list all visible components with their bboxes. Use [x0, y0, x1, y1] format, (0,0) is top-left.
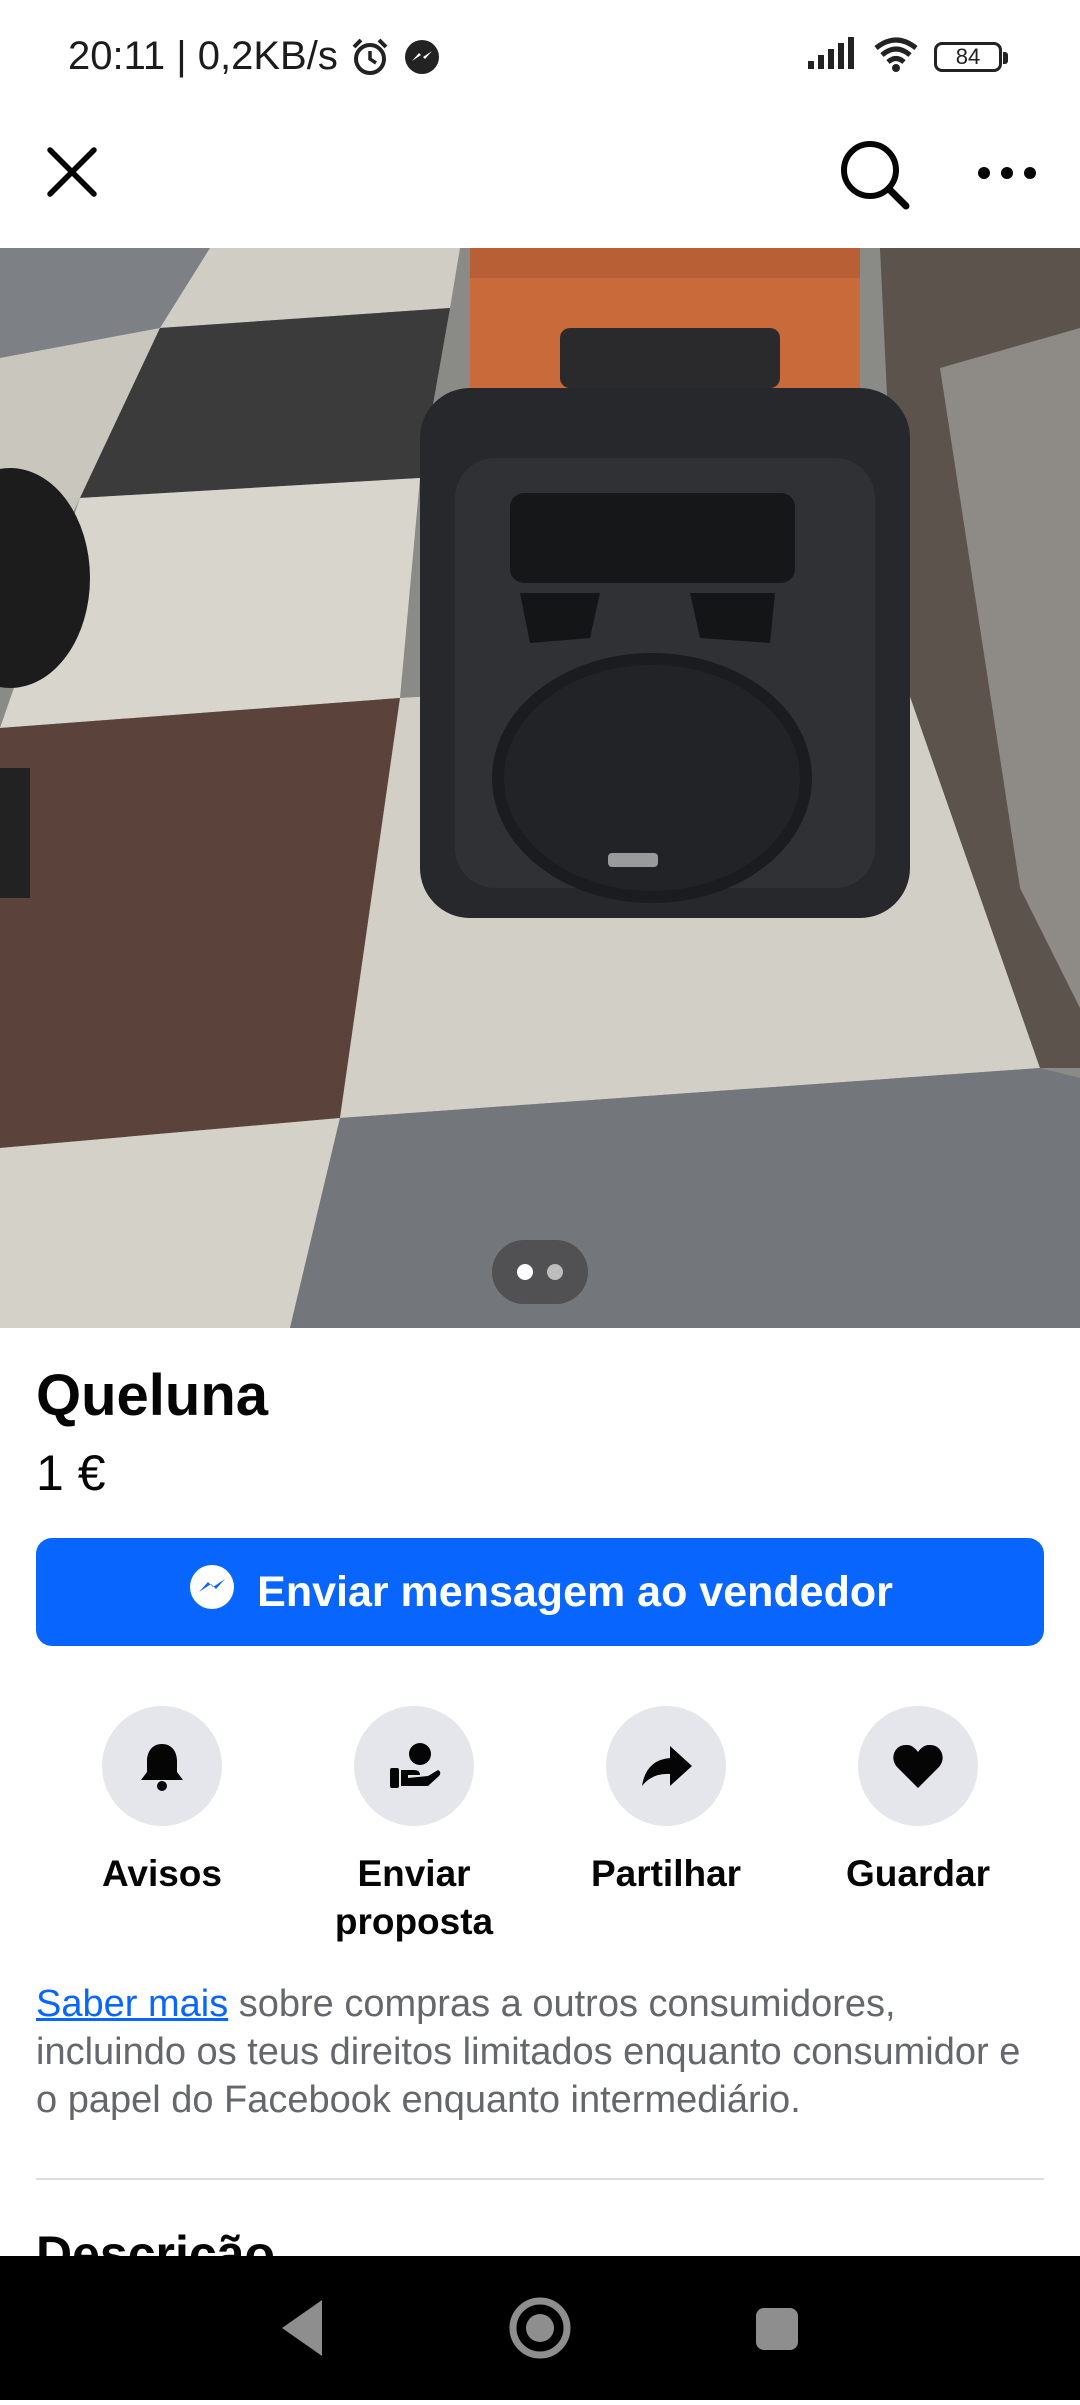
product-photo[interactable] — [0, 248, 1080, 1328]
recents-icon[interactable] — [756, 2308, 798, 2350]
action-send-offer[interactable]: Enviar proposta — [288, 1706, 540, 1946]
battery-level: 84 — [955, 43, 981, 69]
buyer-info-text: Saber mais sobre compras a outros consum… — [36, 1980, 1046, 2124]
message-seller-button[interactable]: Enviar mensagem ao vendedor — [36, 1538, 1044, 1646]
messenger-icon — [187, 1562, 237, 1623]
heart-icon — [893, 1744, 943, 1788]
action-label: Guardar — [846, 1853, 990, 1894]
status-time-speed: 20:11 | 0,2KB/s — [68, 34, 338, 78]
action-circle[interactable] — [102, 1706, 222, 1826]
status-left: 20:11 | 0,2KB/s — [68, 34, 442, 79]
description-heading: Descrição — [36, 2226, 276, 2258]
status-right: 84 — [806, 36, 1008, 77]
action-row: Avisos Enviar proposta Partilhar Guardar — [36, 1706, 1044, 1946]
learn-more-link[interactable]: Saber mais — [36, 1983, 228, 2025]
action-notifications[interactable]: Avisos — [36, 1706, 288, 1946]
action-label: Avisos — [102, 1853, 222, 1894]
listing-title: Queluna — [36, 1363, 269, 1428]
action-share[interactable]: Partilhar — [540, 1706, 792, 1946]
action-circle[interactable] — [354, 1706, 474, 1826]
action-label: Partilhar — [590, 1853, 742, 1894]
action-save[interactable]: Guardar — [792, 1706, 1044, 1946]
offer-icon — [390, 1743, 441, 1788]
divider — [36, 2178, 1044, 2180]
action-circle[interactable] — [606, 1706, 726, 1826]
share-icon — [642, 1746, 692, 1786]
close-icon[interactable] — [40, 140, 104, 204]
wifi-icon — [872, 36, 920, 77]
gallery-dot-active — [517, 1264, 533, 1280]
speaker-photo — [0, 248, 1080, 1328]
more-icon[interactable] — [972, 148, 1042, 198]
top-bar — [0, 118, 1080, 248]
system-nav-bar — [0, 2256, 1080, 2400]
messenger-icon — [402, 37, 442, 77]
gallery-indicator — [492, 1240, 588, 1304]
gallery-dot — [547, 1264, 563, 1280]
signal-icon — [806, 37, 858, 76]
search-icon[interactable] — [836, 136, 912, 212]
message-seller-label: Enviar mensagem ao vendedor — [257, 1567, 893, 1616]
action-circle[interactable] — [858, 1706, 978, 1826]
battery-icon: 84 — [934, 41, 1008, 72]
listing-price: 1 € — [36, 1445, 106, 1501]
home-icon[interactable] — [509, 2297, 571, 2359]
bell-icon — [141, 1744, 183, 1791]
action-label: Enviar proposta — [334, 1853, 494, 1942]
alarm-icon — [348, 35, 392, 79]
back-icon[interactable] — [282, 2300, 322, 2356]
status-bar: 20:11 | 0,2KB/s 84 — [0, 0, 1080, 118]
